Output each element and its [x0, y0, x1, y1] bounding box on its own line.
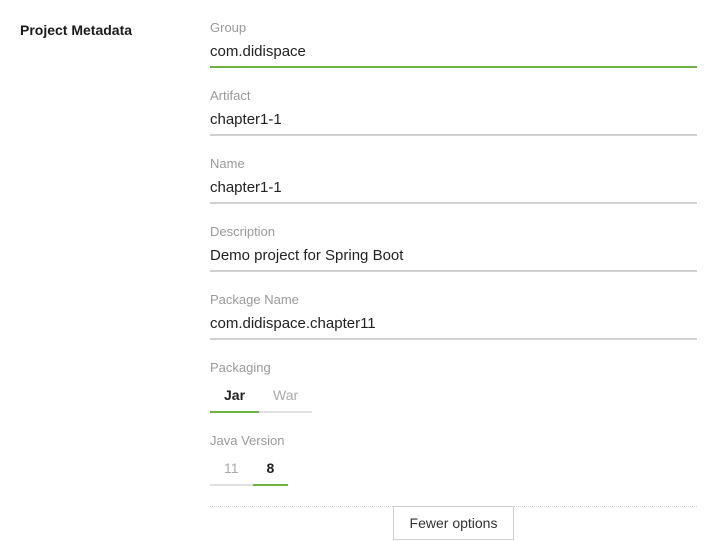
name-field: Name [210, 156, 697, 204]
java-version-option-11[interactable]: 11 [210, 454, 253, 486]
form-main: Group Artifact Name Description Package … [210, 20, 697, 541]
group-input[interactable] [210, 39, 697, 68]
package-name-label: Package Name [210, 292, 697, 307]
artifact-label: Artifact [210, 88, 697, 103]
group-label: Group [210, 20, 697, 35]
description-label: Description [210, 224, 697, 239]
artifact-field: Artifact [210, 88, 697, 136]
packaging-tabset: Jar War [210, 381, 312, 413]
name-input[interactable] [210, 175, 697, 204]
package-name-input[interactable] [210, 311, 697, 340]
packaging-option-war[interactable]: War [259, 381, 312, 413]
packaging-label: Packaging [210, 360, 697, 375]
java-version-tabset: 11 8 [210, 454, 288, 486]
java-version-option-8[interactable]: 8 [253, 454, 289, 486]
description-field: Description [210, 224, 697, 272]
java-version-field: Java Version 11 8 [210, 433, 697, 486]
sidebar: Project Metadata [20, 20, 160, 541]
name-label: Name [210, 156, 697, 171]
java-version-label: Java Version [210, 433, 697, 448]
package-name-field: Package Name [210, 292, 697, 340]
fewer-options-button[interactable]: Fewer options [393, 506, 515, 540]
section-title: Project Metadata [20, 22, 160, 38]
packaging-field: Packaging Jar War [210, 360, 697, 413]
description-input[interactable] [210, 243, 697, 272]
packaging-option-jar[interactable]: Jar [210, 381, 259, 413]
group-field: Group [210, 20, 697, 68]
project-metadata-form: Project Metadata Group Artifact Name Des… [20, 20, 697, 541]
artifact-input[interactable] [210, 107, 697, 136]
options-row: Fewer options [210, 506, 697, 541]
